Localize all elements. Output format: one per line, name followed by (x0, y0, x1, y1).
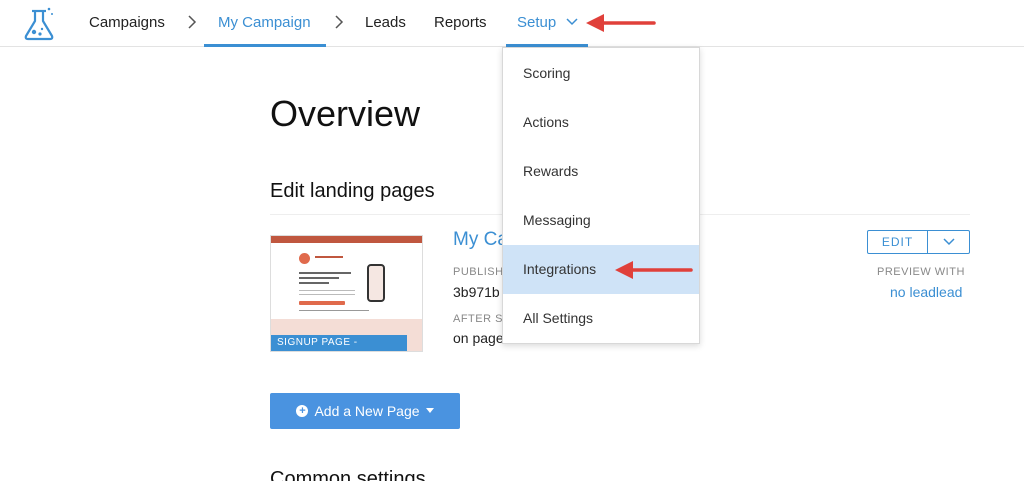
chevron-right-icon (188, 15, 197, 29)
chevron-down-icon (942, 238, 955, 246)
menu-item-scoring[interactable]: Scoring (503, 49, 699, 98)
menu-item-all-settings[interactable]: All Settings (503, 294, 699, 343)
active-tab-underline (204, 44, 326, 47)
landing-page-thumbnail[interactable]: SIGNUP PAGE - DEFAULT (270, 235, 423, 352)
thumbnail-text-line (299, 290, 355, 291)
landing-page-title[interactable]: My Ca (453, 229, 508, 251)
top-navigation: Campaigns My Campaign Leads Reports Setu… (0, 0, 1024, 47)
page-title: Overview (270, 93, 421, 134)
annotation-arrow-icon (586, 14, 656, 32)
nav-campaigns[interactable]: Campaigns (89, 14, 165, 31)
nav-setup[interactable]: Setup (517, 14, 556, 31)
nav-reports[interactable]: Reports (434, 14, 487, 31)
publish-label: PUBLISH (453, 266, 504, 278)
menu-item-actions[interactable]: Actions (503, 98, 699, 147)
thumbnail-text-line (299, 272, 351, 274)
thumbnail-text-line (299, 277, 339, 279)
thumbnail-stats-line (299, 310, 369, 311)
add-new-page-button[interactable]: + Add a New Page (270, 393, 460, 429)
preview-lead-link[interactable]: no leadlead (890, 284, 962, 300)
thumbnail-header-bar (271, 236, 422, 243)
thumbnail-logo-icon (299, 253, 310, 264)
section-title-landing-pages: Edit landing pages (270, 180, 435, 202)
caret-down-icon (425, 408, 434, 413)
chevron-right-icon (335, 15, 344, 29)
thumbnail-text-line (299, 282, 329, 284)
publish-value: 3b971b (453, 284, 500, 300)
menu-item-messaging[interactable]: Messaging (503, 196, 699, 245)
signup-page-badge: SIGNUP PAGE - DEFAULT (271, 335, 407, 351)
after-signup-label: AFTER S (453, 313, 503, 325)
section-title-common-settings: Common settings (270, 468, 426, 481)
thumbnail-phone-image (367, 264, 385, 302)
menu-item-rewards[interactable]: Rewards (503, 147, 699, 196)
edit-dropdown-toggle[interactable] (928, 231, 969, 253)
chevron-down-icon[interactable] (565, 17, 579, 27)
preview-with-label: PREVIEW WITH (877, 266, 965, 278)
thumbnail-text-line (315, 256, 343, 258)
nav-leads[interactable]: Leads (365, 14, 406, 31)
annotation-arrow-icon (615, 261, 693, 279)
flask-logo-icon[interactable] (22, 5, 56, 41)
thumbnail-text-line (299, 294, 355, 295)
edit-button-group: EDIT (867, 230, 970, 254)
add-new-page-label: Add a New Page (314, 403, 420, 419)
nav-my-campaign[interactable]: My Campaign (218, 14, 311, 31)
edit-button[interactable]: EDIT (868, 231, 928, 253)
plus-circle-icon: + (296, 405, 309, 417)
after-signup-value: on page (453, 330, 504, 346)
setup-dropdown-menu: Scoring Actions Rewards Messaging Integr… (502, 47, 700, 344)
thumbnail-cta-button (299, 301, 345, 305)
